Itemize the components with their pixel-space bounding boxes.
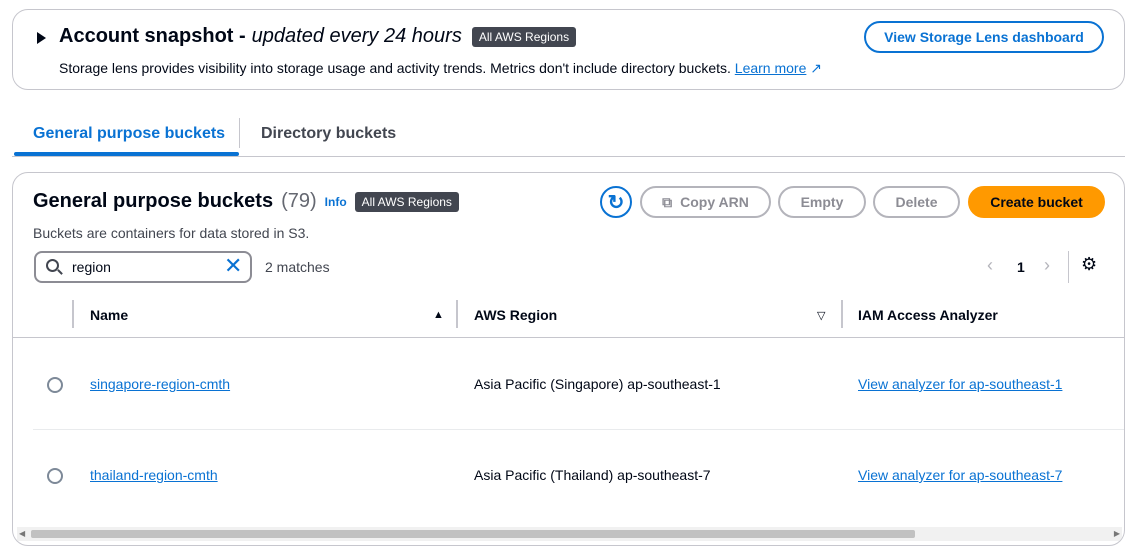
column-header-iam[interactable]: IAM Access Analyzer [858,307,998,323]
bucket-name-link[interactable]: singapore-region-cmth [90,376,230,392]
tab-directory[interactable]: Directory buckets [261,125,396,143]
match-count: 2 matches [265,259,330,275]
external-link-icon: ↗ [810,60,822,76]
buckets-panel: General purpose buckets (79) Info All AW… [12,172,1125,546]
sort-icon[interactable]: ▽ [817,309,825,322]
clear-search-icon[interactable]: ✕ [224,253,242,279]
bucket-name-link[interactable]: thailand-region-cmth [90,467,218,483]
next-page-icon[interactable]: › [1044,255,1050,276]
refresh-button[interactable]: ↻ [600,186,632,218]
copy-icon: ⧉ [662,193,673,210]
bucket-region: Asia Pacific (Thailand) ap-southeast-7 [474,467,711,483]
row-radio[interactable] [47,468,63,484]
account-snapshot-panel: Account snapshot - updated every 24 hour… [12,9,1125,90]
copy-arn-button[interactable]: ⧉ Copy ARN [640,186,771,218]
region-badge: All AWS Regions [354,191,459,212]
row-radio[interactable] [47,377,63,393]
empty-button[interactable]: Empty [778,186,866,218]
create-bucket-button[interactable]: Create bucket [968,186,1105,218]
panel-description: Buckets are containers for data stored i… [33,225,310,241]
bucket-region: Asia Pacific (Singapore) ap-southeast-1 [474,376,721,392]
sort-ascending-icon[interactable]: ▲ [433,309,444,321]
snapshot-subtitle: updated every 24 hours [251,25,462,47]
snapshot-description: Storage lens provides visibility into st… [59,60,731,76]
view-storage-lens-button[interactable]: View Storage Lens dashboard [864,21,1104,53]
horizontal-scrollbar[interactable]: ◀ ▶ [17,527,1122,541]
info-link[interactable]: Info [325,195,347,209]
panel-title: General purpose buckets [33,190,274,212]
learn-more-link[interactable]: Learn more [735,60,807,76]
expand-caret-icon[interactable] [37,32,46,44]
analyzer-link[interactable]: View analyzer for ap-southeast-1 [858,376,1062,392]
refresh-icon: ↻ [607,191,625,214]
column-header-region[interactable]: AWS Region [474,307,557,323]
scrollbar-thumb[interactable] [31,530,915,538]
search-input[interactable]: region ✕ [34,251,252,283]
analyzer-link[interactable]: View analyzer for ap-southeast-7 [858,467,1062,483]
settings-gear-icon[interactable]: ⚙ [1081,254,1097,275]
tab-general-purpose[interactable]: General purpose buckets [33,125,225,143]
page-number[interactable]: 1 [1017,259,1025,275]
snapshot-title: Account snapshot - [59,25,246,47]
column-header-name[interactable]: Name [90,307,128,323]
bucket-count: (79) [281,190,317,212]
delete-button[interactable]: Delete [873,186,960,218]
region-badge: All AWS Regions [471,26,577,47]
previous-page-icon[interactable]: ‹ [987,255,993,276]
